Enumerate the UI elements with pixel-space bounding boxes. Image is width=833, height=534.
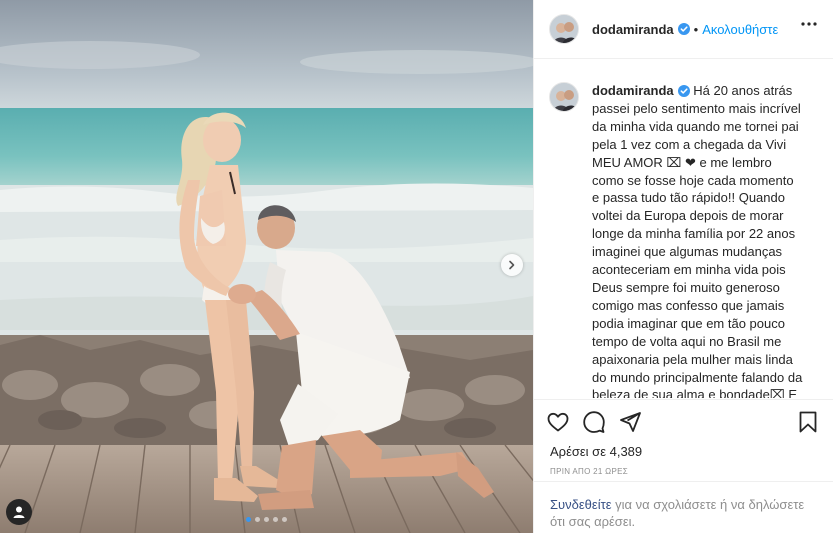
carousel-next-button[interactable] — [501, 254, 523, 276]
login-link[interactable]: Συνδεθείτε — [550, 497, 612, 512]
caption-text: Há 20 anos atrás passei pelo sentimento … — [592, 83, 803, 398]
verified-badge-icon — [677, 85, 690, 97]
caption-body: dodamiranda Há 20 anos atrás passei pelo… — [592, 82, 804, 398]
comment-icon[interactable] — [582, 410, 606, 434]
action-icons — [546, 410, 821, 436]
instagram-post: dodamiranda • Ακολουθήστε dodamiranda Há… — [0, 0, 833, 533]
carousel-indicator — [0, 517, 533, 522]
carousel-dot — [264, 517, 269, 522]
tagged-users-button[interactable] — [6, 499, 32, 525]
likes-count[interactable]: Αρέσει σε 4,389 — [550, 444, 642, 459]
post-sidebar: dodamiranda • Ακολουθήστε dodamiranda Há… — [533, 0, 833, 533]
avatar-image — [550, 83, 578, 111]
caption: dodamiranda Há 20 anos atrás passei pelo… — [534, 60, 833, 398]
heart-icon[interactable] — [546, 410, 570, 434]
carousel-dot — [246, 517, 251, 522]
caption-username[interactable]: dodamiranda — [592, 83, 674, 98]
comments-section[interactable]: dodamiranda Há 20 anos atrás passei pelo… — [534, 60, 833, 398]
avatar[interactable] — [549, 82, 579, 112]
verified-badge-icon — [677, 23, 690, 35]
follow-button[interactable]: Ακολουθήστε — [702, 22, 778, 37]
username[interactable]: dodamiranda — [592, 22, 674, 37]
more-options-icon[interactable] — [801, 22, 817, 26]
post-actions: Αρέσει σε 4,389 ΠΡΙΝ ΑΠΟ 21 ΩΡΕΣ Συνδεθε… — [534, 399, 833, 533]
separator: • — [693, 21, 699, 37]
login-prompt: Συνδεθείτε για να σχολιάσετε ή να δηλώσε… — [534, 481, 833, 534]
share-icon[interactable] — [618, 410, 642, 434]
carousel-dot — [282, 517, 287, 522]
post-photo[interactable] — [0, 0, 533, 533]
bookmark-icon[interactable] — [796, 410, 820, 434]
user-tag-icon — [13, 506, 25, 518]
carousel-dot — [273, 517, 278, 522]
carousel-dot — [255, 517, 260, 522]
chevron-right-icon — [509, 260, 515, 270]
post-header: dodamiranda • Ακολουθήστε — [534, 0, 833, 59]
post-timestamp[interactable]: ΠΡΙΝ ΑΠΟ 21 ΩΡΕΣ — [550, 467, 628, 476]
avatar[interactable] — [549, 14, 579, 44]
avatar-image — [550, 15, 578, 43]
beach-photo — [0, 0, 533, 533]
